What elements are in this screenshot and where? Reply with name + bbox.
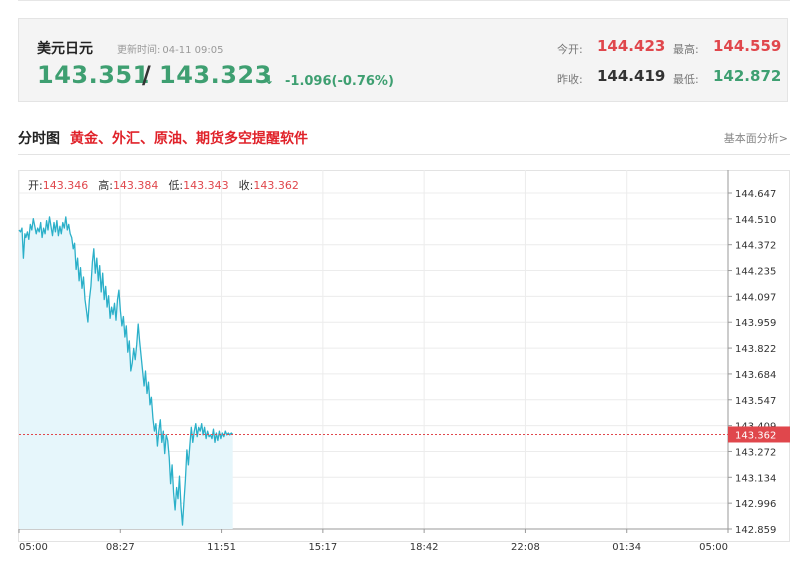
- y-tick-label: 144.235: [735, 267, 776, 278]
- intraday-chart[interactable]: 144.647 144.510 144.372 144.235 144.097 143.9…: [0, 0, 800, 575]
- y-tick-label: 143.959: [735, 318, 776, 329]
- y-tick-label: 144.372: [735, 241, 776, 252]
- y-tick-label: 143.822: [735, 344, 776, 355]
- ohlc-close-label: 收:: [238, 179, 254, 192]
- current-price-label: 143.362: [735, 430, 776, 441]
- x-tick-label: 08:27: [106, 542, 135, 553]
- x-tick-label: 01:34: [612, 542, 641, 553]
- x-tick-label: 15:17: [308, 542, 337, 553]
- y-tick-label: 144.510: [735, 215, 776, 226]
- ohlc-low-value: 143.343: [183, 179, 229, 192]
- y-tick-label: 143.684: [735, 370, 776, 381]
- x-tick-label: 22:08: [511, 542, 540, 553]
- ohlc-high-value: 143.384: [112, 179, 159, 192]
- y-tick-label: 143.272: [735, 447, 776, 458]
- ohlc-close-value: 143.362: [253, 179, 299, 192]
- ohlc-low-label: 低:: [168, 179, 184, 192]
- ohlc-readout: 开:143.346 高:143.384 低:143.343 收:143.362: [28, 177, 309, 193]
- ohlc-open-label: 开:: [28, 179, 43, 192]
- y-tick-label: 144.647: [735, 189, 776, 200]
- y-tick-label: 142.859: [735, 525, 776, 536]
- x-tick-label: 18:42: [410, 542, 439, 553]
- y-tick-label: 144.097: [735, 292, 776, 303]
- x-tick-label: 05:00: [19, 542, 48, 553]
- series-area: [19, 216, 233, 529]
- ohlc-high-label: 高:: [98, 179, 113, 192]
- y-tick-label: 143.547: [735, 396, 776, 407]
- x-tick-label: 05:00: [699, 542, 728, 553]
- ohlc-open-value: 143.346: [42, 179, 89, 192]
- x-tick-label: 11:51: [207, 542, 236, 553]
- y-tick-label: 143.134: [735, 473, 776, 484]
- y-tick-label: 142.996: [735, 499, 776, 510]
